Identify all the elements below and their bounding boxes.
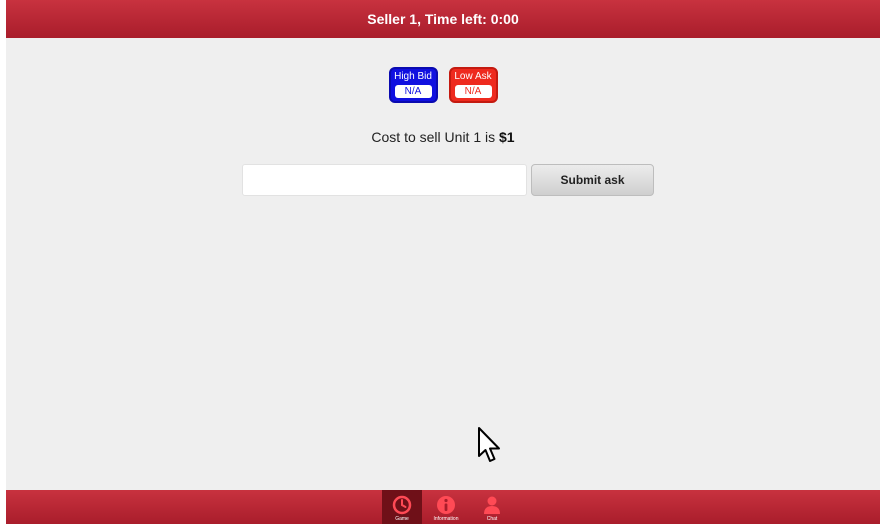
nav-item-game[interactable]: Game — [382, 490, 422, 524]
cost-text: Cost to sell Unit 1 is $1 — [6, 129, 880, 145]
high-bid-value: N/A — [394, 85, 432, 98]
submit-ask-label: Submit ask — [560, 173, 625, 187]
high-bid-label: High Bid — [394, 71, 432, 82]
header-title: Seller 1, Time left: 0:00 — [367, 11, 519, 27]
header-bar: Seller 1, Time left: 0:00 — [6, 0, 880, 38]
clock-icon — [392, 495, 412, 515]
nav-label-chat: Chat — [486, 516, 498, 522]
nav-label-information: Information — [433, 516, 459, 522]
market-badges: High Bid N/A Low Ask N/A — [6, 67, 880, 103]
low-ask-value: N/A — [454, 85, 492, 98]
low-ask-label: Low Ask — [454, 71, 492, 82]
mouse-cursor-icon — [478, 427, 500, 462]
footer-nav: Game Information Chat — [6, 490, 880, 524]
app-frame: Seller 1, Time left: 0:00 High Bid N/A L… — [6, 0, 880, 524]
ask-input[interactable] — [242, 164, 527, 196]
info-icon — [437, 496, 455, 514]
nav-item-chat[interactable]: Chat — [472, 490, 512, 524]
person-icon — [484, 496, 500, 514]
high-bid-badge: High Bid N/A — [388, 67, 438, 103]
cost-prefix: Cost to sell Unit 1 is — [371, 129, 500, 145]
submit-ask-button[interactable]: Submit ask — [531, 164, 654, 196]
low-ask-badge: Low Ask N/A — [448, 67, 498, 103]
cost-amount: $1 — [499, 129, 515, 145]
nav-label-game: Game — [395, 516, 409, 522]
nav-item-information[interactable]: Information — [426, 490, 466, 524]
